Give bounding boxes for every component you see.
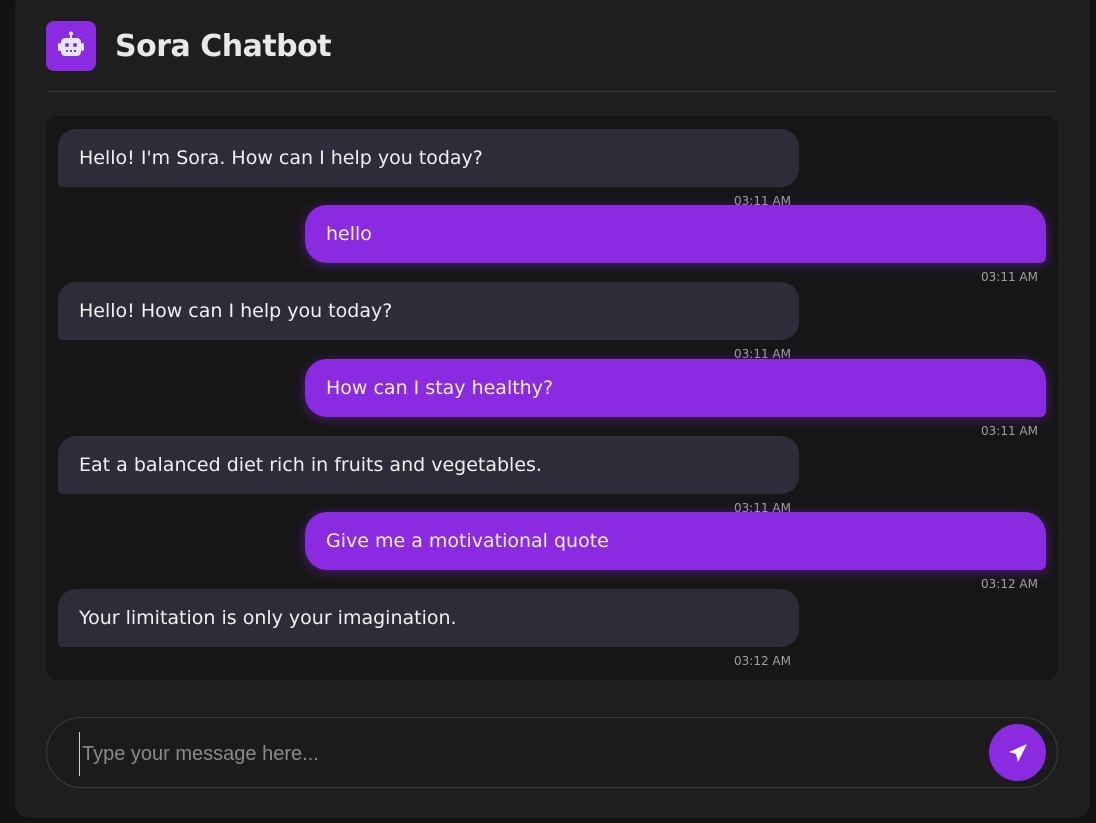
message-input[interactable] <box>79 732 984 776</box>
robot-icon <box>46 21 96 71</box>
message-timestamp: 03:11 AM <box>981 270 1038 284</box>
bot-message: Your limitation is only your imagination… <box>58 589 799 647</box>
bot-message: Hello! How can I help you today? <box>58 282 799 340</box>
user-message: hello <box>305 205 1046 263</box>
message-composer <box>46 717 1058 788</box>
message-list[interactable]: Hello! I'm Sora. How can I help you toda… <box>46 116 1058 680</box>
chat-app-window: Sora Chatbot Hello! I'm Sora. How can I … <box>15 0 1090 818</box>
bot-message: Hello! I'm Sora. How can I help you toda… <box>58 129 799 187</box>
page-title: Sora Chatbot <box>115 29 332 64</box>
message-timestamp: 03:11 AM <box>981 424 1038 438</box>
message-timestamp: 03:12 AM <box>734 654 791 668</box>
message-timestamp: 03:12 AM <box>981 577 1038 591</box>
user-message: Give me a motivational quote <box>305 512 1046 570</box>
bot-message: Eat a balanced diet rich in fruits and v… <box>58 436 799 494</box>
chat-header: Sora Chatbot <box>46 21 1058 92</box>
send-button[interactable] <box>989 724 1046 781</box>
user-message: How can I stay healthy? <box>305 359 1046 417</box>
paper-plane-icon <box>1008 743 1028 763</box>
